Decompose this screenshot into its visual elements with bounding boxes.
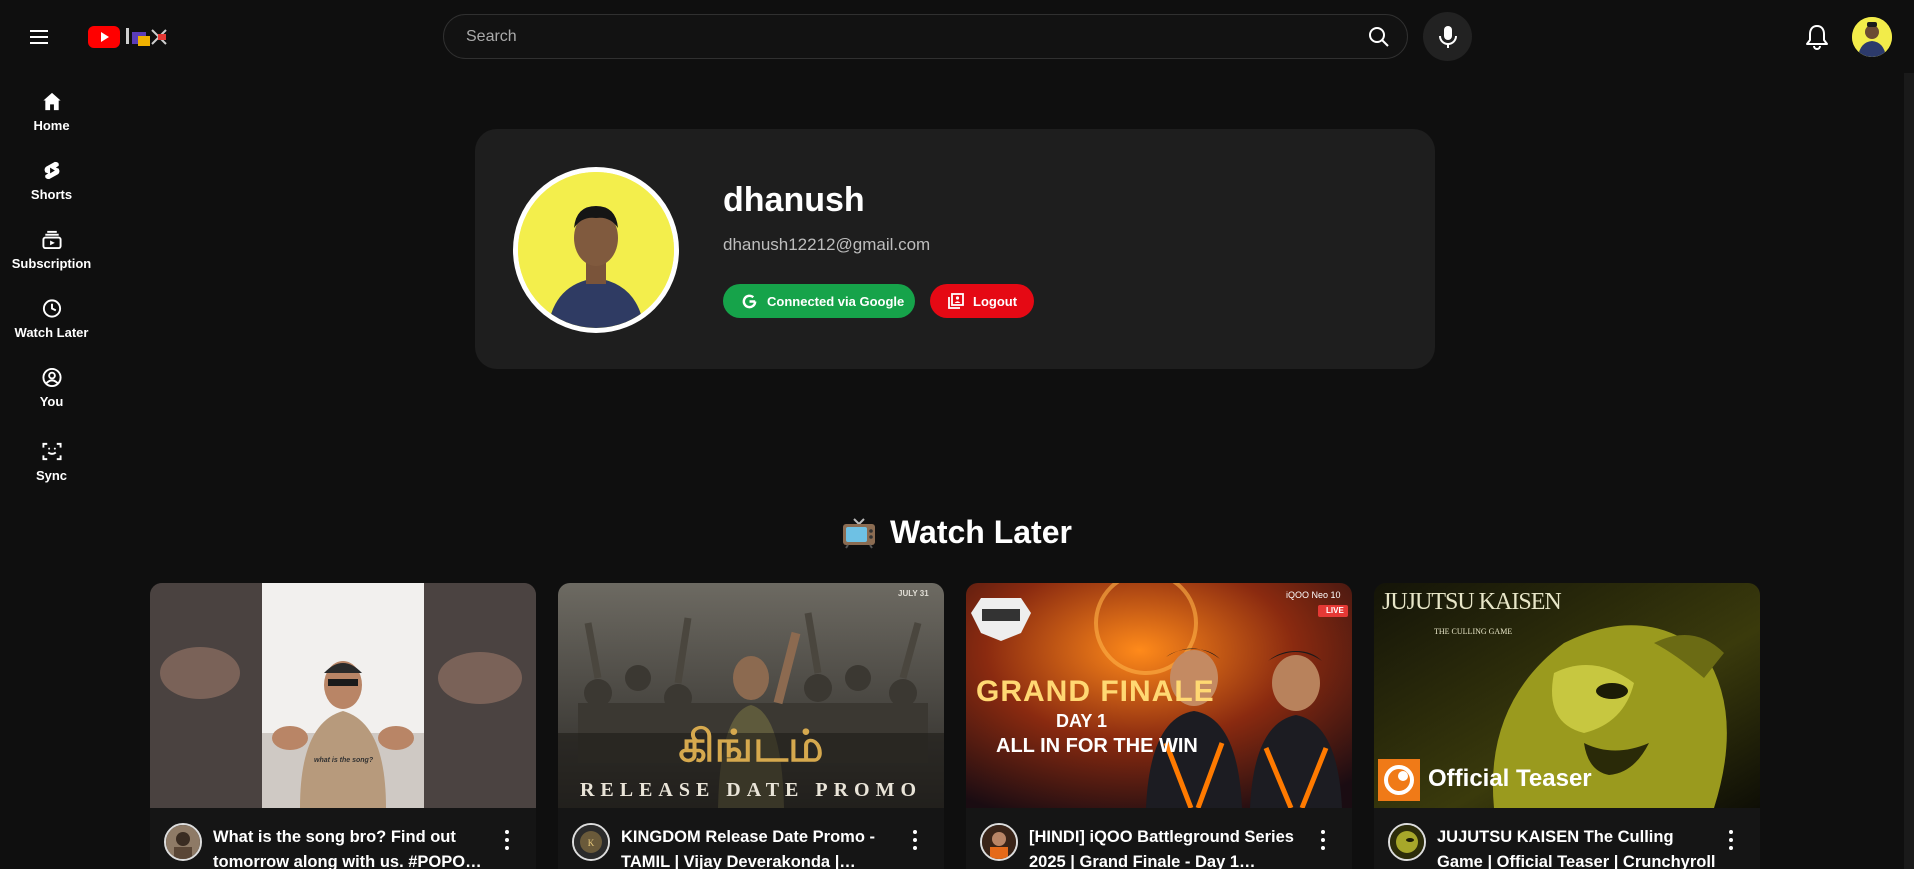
app-logo[interactable]	[88, 24, 188, 50]
channel-avatar[interactable]: K	[572, 823, 610, 861]
more-options-icon[interactable]	[910, 827, 920, 853]
sidebar-item-label: Watch Later	[14, 325, 89, 340]
youtube-logo-icon	[88, 26, 167, 48]
channel-avatar[interactable]	[1388, 823, 1426, 861]
search-input[interactable]	[466, 15, 1346, 58]
video-thumbnail[interactable]: GRAND FINALE DAY 1 ALL IN FOR THE WIN iQ…	[966, 583, 1352, 808]
section-heading-text: Watch Later	[890, 514, 1072, 550]
svg-text:K: K	[588, 838, 595, 848]
profile-card: dhanush dhanush12212@gmail.com Connected…	[475, 129, 1435, 369]
video-card[interactable]: JUJUTSU KAISEN THE CULLING GAME Official…	[1374, 583, 1760, 869]
thumbnail-image: கிங்டம்	[558, 583, 944, 808]
video-thumbnail[interactable]: what is the song?	[150, 583, 536, 808]
thumbnail-subtitle: THE CULLING GAME	[1434, 627, 1513, 636]
sidebar: Home Shorts Subscription Watch Later You…	[0, 73, 103, 869]
logout-icon	[948, 293, 964, 309]
thumbnail-image	[150, 583, 536, 808]
video-title[interactable]: KINGDOM Release Date Promo - TAMIL | Vij…	[621, 825, 901, 869]
channel-avatar[interactable]	[164, 823, 202, 861]
sidebar-item-label: Shorts	[30, 187, 73, 202]
sidebar-item-label: Sync	[35, 468, 68, 483]
thumbnail-caption: what is the song?	[314, 757, 374, 764]
video-card[interactable]: what is the song? What is the song bro? …	[150, 583, 536, 869]
video-thumbnail[interactable]: JUJUTSU KAISEN THE CULLING GAME Official…	[1374, 583, 1760, 808]
thumbnail-line2: DAY 1	[1056, 711, 1108, 731]
google-g-icon	[742, 294, 757, 308]
sidebar-item-sync[interactable]: Sync	[0, 423, 103, 483]
live-badge: LIVE	[1326, 606, 1344, 615]
more-options-icon[interactable]	[1726, 827, 1736, 853]
thumbnail-brand: iQOO Neo 10	[1286, 590, 1341, 600]
connected-google-label: Connected via Google	[767, 293, 905, 309]
sidebar-item-label: Home	[33, 118, 70, 133]
hamburger-menu-icon[interactable]	[22, 24, 56, 50]
notifications-bell-icon[interactable]	[1804, 23, 1830, 51]
video-card[interactable]: GRAND FINALE DAY 1 ALL IN FOR THE WIN iQ…	[966, 583, 1352, 869]
voice-search-button[interactable]	[1423, 12, 1472, 61]
more-options-icon[interactable]	[502, 827, 512, 853]
sidebar-item-label: Subscription	[11, 256, 92, 271]
sidebar-item-label: You	[39, 394, 64, 409]
thumbnail-text: Official Teaser	[1428, 765, 1592, 792]
profile-avatar	[513, 167, 679, 333]
thumbnail-date: JULY 31	[898, 589, 929, 598]
top-bar	[0, 0, 1914, 73]
search-icon[interactable]	[1367, 25, 1391, 49]
channel-avatar-icon	[166, 825, 200, 859]
subscriptions-icon	[41, 230, 62, 250]
sidebar-item-you[interactable]: You	[0, 349, 103, 409]
channel-avatar[interactable]	[980, 823, 1018, 861]
account-avatar[interactable]	[1852, 17, 1892, 57]
video-title[interactable]: What is the song bro? Find out tomorrow …	[213, 825, 493, 869]
video-title[interactable]: [HINDI] iQOO Battleground Series 2025 | …	[1029, 825, 1309, 869]
more-options-icon[interactable]	[1318, 827, 1328, 853]
user-photo-icon	[1852, 17, 1892, 57]
thumbnail-line3: ALL IN FOR THE WIN	[996, 735, 1198, 757]
profile-name: dhanush	[723, 181, 865, 219]
sync-scan-icon	[41, 442, 62, 461]
logout-button[interactable]: Logout	[930, 284, 1034, 318]
channel-avatar-icon: K	[574, 825, 608, 859]
microphone-icon	[1438, 25, 1457, 48]
sidebar-item-shorts[interactable]: Shorts	[0, 142, 103, 202]
sidebar-item-watch-later[interactable]: Watch Later	[0, 280, 103, 340]
tv-icon	[843, 517, 875, 549]
clock-icon	[42, 299, 61, 318]
logout-label: Logout	[973, 293, 1018, 309]
thumbnail-logo: JUJUTSU KAISEN	[1382, 589, 1562, 615]
thumbnail-line1: GRAND FINALE	[976, 675, 1215, 708]
sidebar-item-subscription[interactable]: Subscription	[0, 211, 103, 271]
home-icon	[42, 92, 61, 111]
profile-photo-icon	[518, 172, 674, 328]
thumbnail-text: RELEASE DATE PROMO	[579, 779, 923, 801]
video-card[interactable]: கிங்டம் RELEASE DATE PROMO JULY 31 K KIN…	[558, 583, 944, 869]
search-bar	[443, 14, 1408, 59]
watch-later-heading: Watch Later	[842, 514, 1072, 551]
channel-avatar-icon	[982, 825, 1016, 859]
user-circle-icon	[41, 367, 62, 388]
connected-google-button[interactable]: Connected via Google	[723, 284, 915, 318]
profile-email: dhanush12212@gmail.com	[723, 235, 931, 254]
shorts-icon	[44, 161, 59, 180]
video-thumbnail[interactable]: கிங்டம் RELEASE DATE PROMO JULY 31	[558, 583, 944, 808]
page-scrollbar[interactable]	[1904, 73, 1914, 869]
channel-avatar-icon	[1390, 825, 1424, 859]
svg-text:கிங்டம்: கிங்டம்	[678, 722, 823, 771]
sidebar-item-home[interactable]: Home	[0, 73, 103, 133]
video-title[interactable]: JUJUTSU KAISEN The Culling Game | Offici…	[1437, 825, 1717, 869]
